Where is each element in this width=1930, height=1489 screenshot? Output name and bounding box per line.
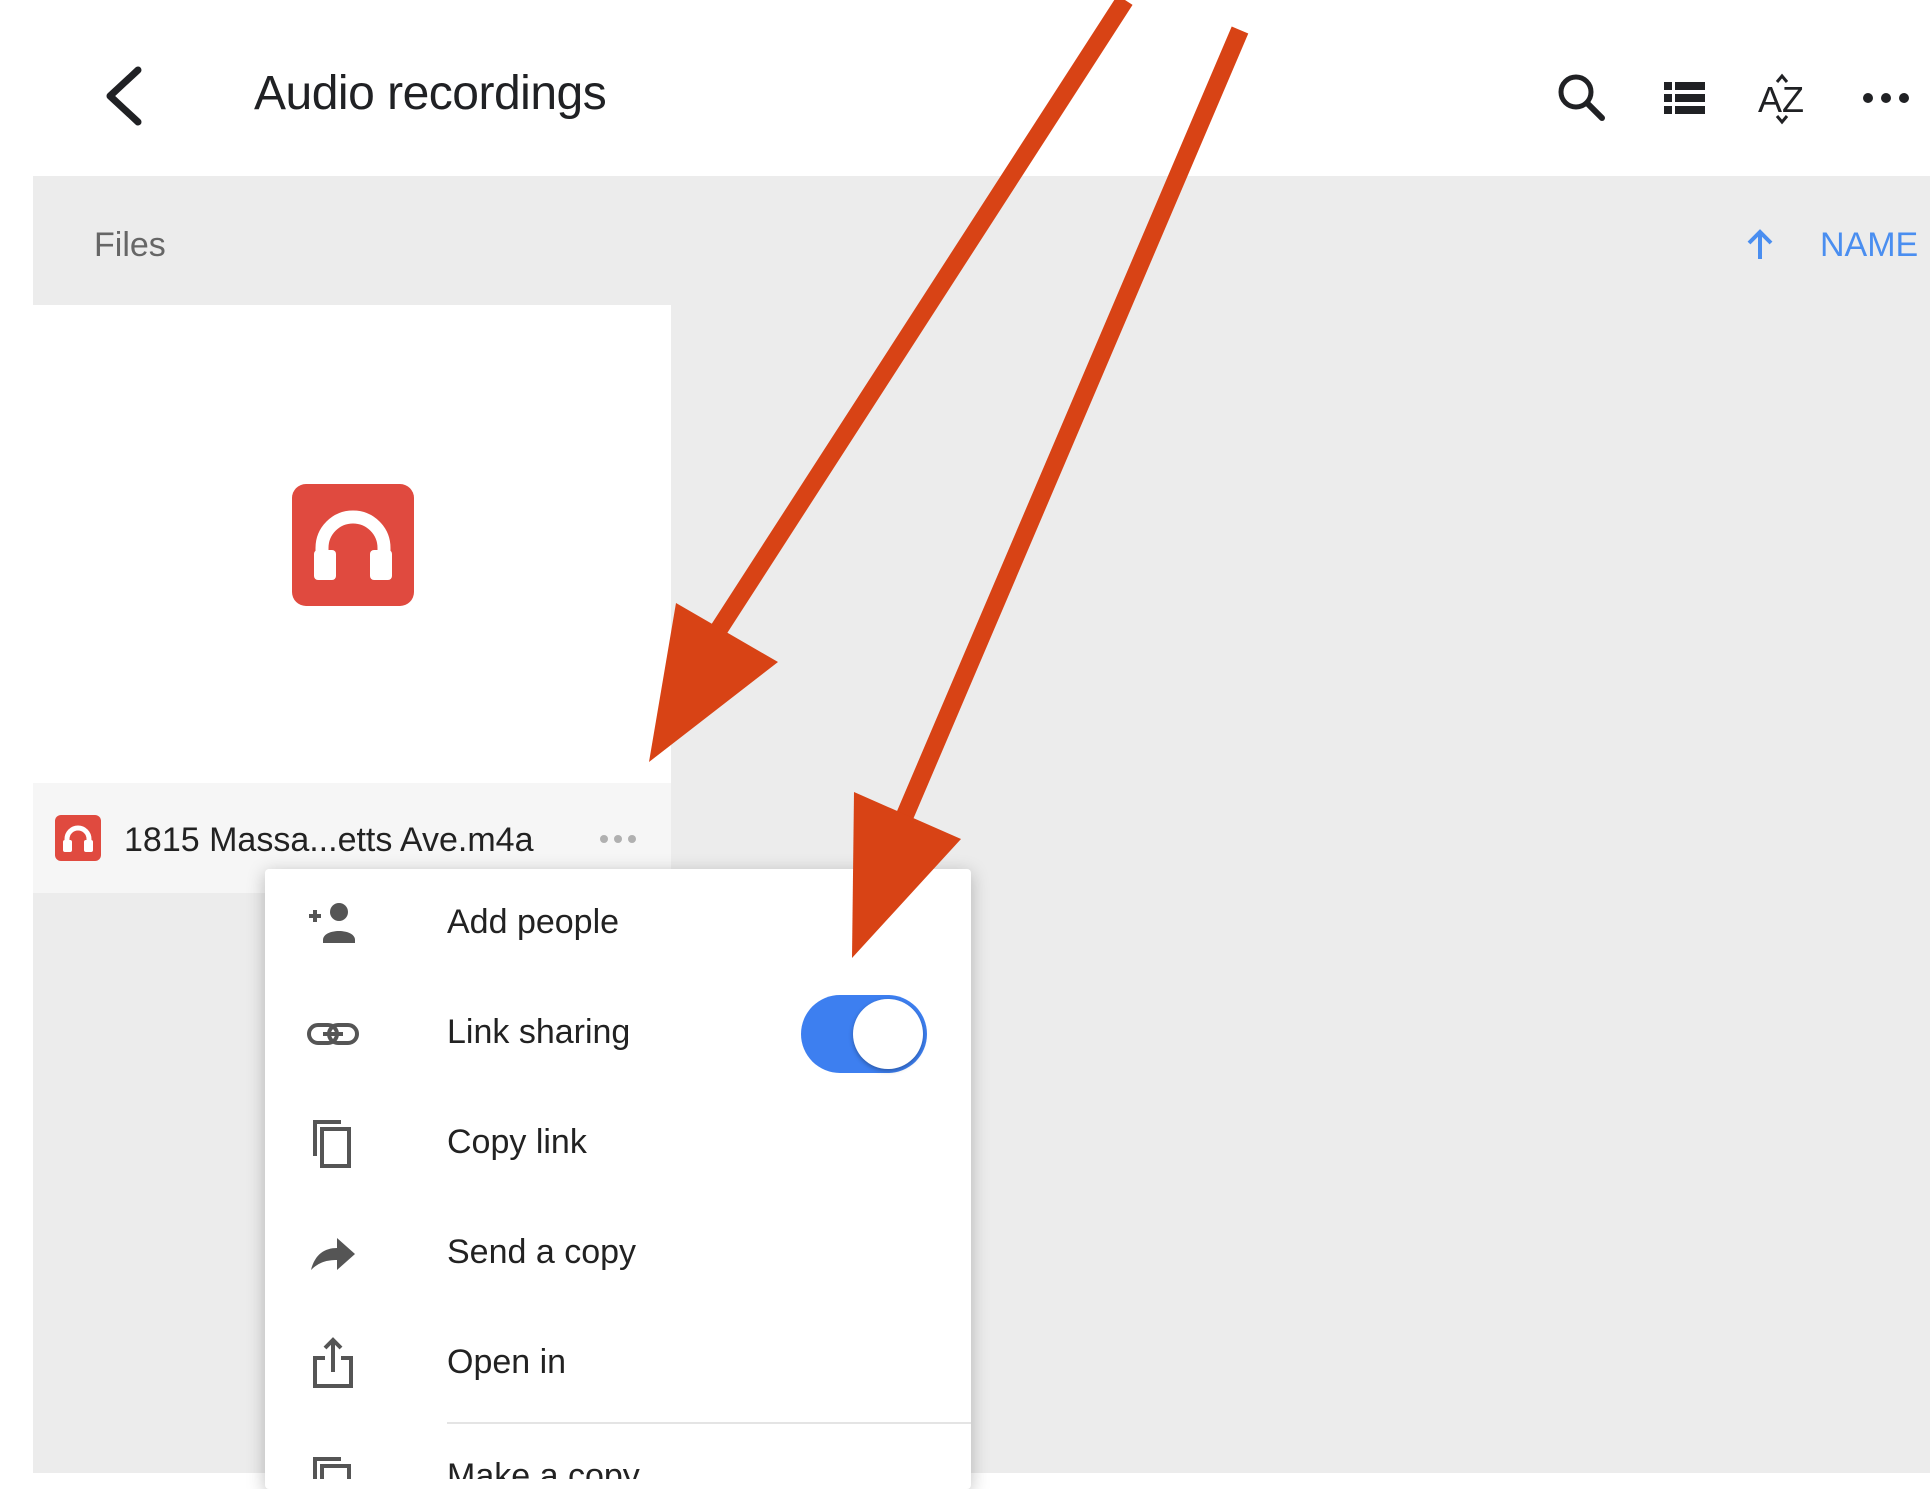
chevron-left-icon (106, 66, 142, 126)
menu-item-label: Link sharing (447, 1013, 631, 1051)
toggle-knob (853, 999, 923, 1069)
menu-item-make-a-copy[interactable]: Make a copy (265, 1429, 971, 1479)
sort-by-name[interactable]: NAME (1740, 220, 1918, 270)
file-thumbnail[interactable] (33, 305, 671, 783)
list-view-icon (1664, 82, 1705, 114)
svg-text:Z: Z (1782, 79, 1804, 120)
make-copy-icon (313, 1457, 351, 1479)
menu-item-label: Send a copy (447, 1233, 637, 1271)
audio-file-icon (55, 815, 101, 861)
back-button[interactable] (92, 56, 156, 136)
link-sharing-toggle[interactable] (801, 995, 927, 1073)
top-toolbar: Audio recordings A Z (0, 0, 1930, 176)
menu-item-link-sharing[interactable]: Link sharing (265, 979, 971, 1089)
file-card[interactable] (33, 305, 671, 893)
search-button[interactable] (1542, 58, 1622, 138)
file-name: 1815 Massa...etts Ave.m4a (124, 821, 534, 859)
menu-item-send-a-copy[interactable]: Send a copy (265, 1199, 971, 1309)
menu-divider (447, 1422, 971, 1424)
more-options-button[interactable] (1846, 58, 1926, 138)
person-add-icon (309, 903, 355, 943)
search-icon (1558, 74, 1605, 121)
menu-item-label: Make a copy (447, 1457, 640, 1479)
more-horizontal-icon (1863, 93, 1909, 103)
menu-item-label: Open in (447, 1343, 567, 1381)
menu-item-add-people[interactable]: Add people (265, 869, 971, 979)
sort-az-icon: A Z (1758, 73, 1804, 125)
menu-item-label: Copy link (447, 1123, 587, 1161)
file-context-menu: Add people Link sharing Copy link Send a… (265, 869, 971, 1489)
copy-icon (313, 1120, 351, 1168)
link-icon (307, 1023, 359, 1045)
sort-button[interactable]: A Z (1744, 58, 1824, 138)
audio-headphones-icon (292, 484, 414, 606)
menu-item-open-in[interactable]: Open in (265, 1309, 971, 1419)
list-view-button[interactable] (1644, 58, 1724, 138)
more-horizontal-icon (600, 835, 636, 843)
file-more-button[interactable] (590, 822, 646, 856)
menu-item-copy-link[interactable]: Copy link (265, 1089, 971, 1199)
menu-item-label: Add people (447, 903, 620, 941)
share-arrow-icon (311, 1238, 355, 1270)
page-title: Audio recordings (254, 67, 607, 120)
sort-label: NAME (1820, 225, 1919, 264)
arrow-up-icon (1747, 229, 1773, 259)
svg-text:A: A (1758, 79, 1782, 120)
export-icon (313, 1337, 353, 1388)
files-section-label: Files (94, 226, 166, 264)
